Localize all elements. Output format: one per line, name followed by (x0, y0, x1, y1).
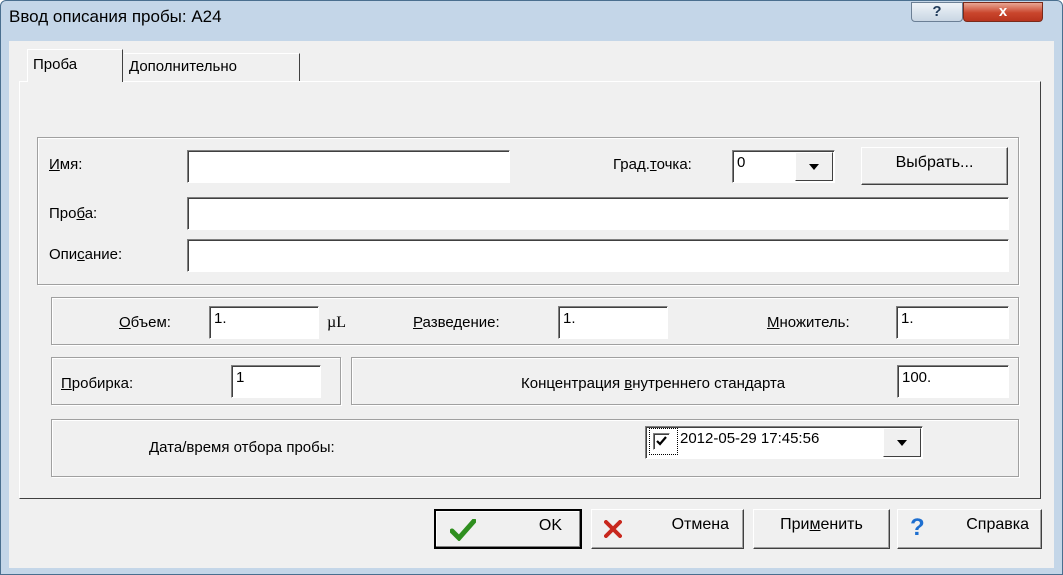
description-input[interactable] (187, 239, 1009, 272)
name-label: Имя: (49, 156, 83, 173)
grad-point-value: 0 (737, 154, 746, 171)
volume-group (51, 297, 1019, 345)
internal-standard-input[interactable]: 100. (897, 365, 1009, 398)
close-button[interactable]: x (963, 2, 1043, 22)
sampling-datetime-label: Дата/время отбора пробы: (149, 439, 335, 456)
volume-unit: µL (327, 314, 346, 331)
cancel-button-label: Отмена (671, 516, 729, 533)
tube-label: Пробирка: (61, 375, 134, 392)
check-icon (450, 519, 476, 541)
chevron-down-icon (897, 439, 907, 446)
description-label: Описание: (49, 246, 123, 263)
sampling-datetime-checkbox[interactable] (653, 433, 670, 450)
tab-label: Дополнительно (129, 58, 237, 75)
tab-additional[interactable]: Дополнительно (124, 53, 300, 81)
title-bar[interactable]: Ввод описания пробы: A24 ? x (1, 1, 1062, 33)
chevron-down-icon (809, 163, 819, 170)
datetime-dropdown-button[interactable] (883, 428, 921, 457)
cancel-button[interactable]: Отмена (591, 509, 744, 549)
ok-button-label: OK (538, 517, 562, 534)
multiplier-label: Множитель: (767, 314, 850, 331)
name-input[interactable] (187, 150, 510, 183)
help-button[interactable]: ? Справка (897, 509, 1042, 549)
help-question-icon: ? (910, 514, 925, 541)
window-title: Ввод описания пробы: A24 (9, 7, 222, 26)
x-icon (604, 520, 622, 538)
ok-button[interactable]: OK (434, 509, 582, 549)
dilution-label: Разведение: (413, 314, 500, 331)
choose-button-label: Выбрать... (895, 154, 974, 171)
help-title-button[interactable]: ? (911, 2, 963, 22)
grad-point-dropdown-button[interactable] (795, 152, 833, 181)
checkmark-icon (656, 436, 667, 446)
apply-button[interactable]: Применить (753, 509, 890, 549)
volume-label: Объем: (119, 314, 171, 331)
sample-input[interactable] (187, 197, 1009, 230)
volume-input[interactable]: 1. (209, 306, 319, 339)
tube-input[interactable]: 1 (231, 365, 321, 398)
apply-button-label: Применить (780, 516, 863, 533)
sample-label: Проба: (49, 205, 98, 222)
multiplier-input[interactable]: 1. (896, 306, 1009, 339)
question-icon: ? (932, 3, 942, 20)
choose-button[interactable]: Выбрать... (861, 147, 1008, 185)
sampling-datetime-value: 2012-05-29 17:45:56 (680, 430, 820, 447)
internal-standard-label: Концентрация внутреннего стандарта (521, 375, 786, 392)
help-button-label: Справка (966, 516, 1029, 533)
tab-sample[interactable]: Проба (27, 49, 123, 82)
dialog-window: Ввод описания пробы: A24 ? x Проба Допол… (0, 0, 1063, 575)
tab-label: Проба (33, 56, 78, 73)
sampling-datetime-picker[interactable]: 2012-05-29 17:45:56 (645, 426, 923, 459)
grad-point-label: Град.точка: (613, 156, 692, 173)
dilution-input[interactable]: 1. (558, 306, 668, 339)
close-icon: x (998, 3, 1008, 20)
